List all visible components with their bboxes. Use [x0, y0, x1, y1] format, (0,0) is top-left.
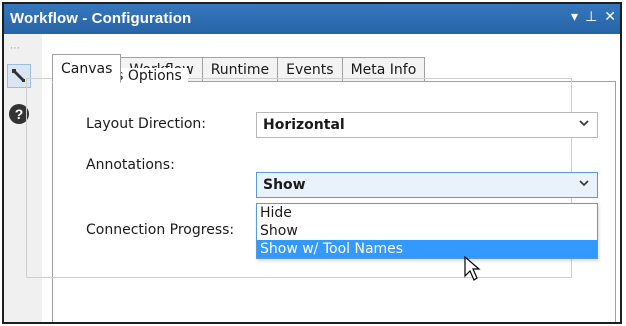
titlebar-controls: ▾ ⊥ ✕ [571, 9, 616, 25]
annotations-label: Annotations: [86, 157, 175, 173]
tab-canvas[interactable]: Canvas [52, 54, 122, 83]
option-show-tool-names[interactable]: Show w/ Tool Names [257, 240, 597, 258]
annotations-value: Show [263, 177, 306, 193]
window-title: Workflow - Configuration [10, 10, 192, 27]
annotations-select[interactable]: Show [256, 172, 598, 198]
close-icon[interactable]: ✕ [604, 9, 616, 25]
connection-progress-label: Connection Progress: [86, 222, 235, 238]
dropdown-icon[interactable]: ▾ [571, 9, 578, 25]
chevron-down-icon [578, 116, 590, 133]
configuration-window: Workflow - Configuration ▾ ⊥ ✕ ⋯ ? Canva… [2, 2, 622, 324]
pin-icon[interactable]: ⊥ [585, 9, 597, 25]
option-show[interactable]: Show [257, 222, 597, 240]
window-titlebar: Workflow - Configuration ▾ ⊥ ✕ [4, 4, 620, 34]
chevron-down-icon [578, 176, 590, 193]
mouse-cursor-icon [464, 255, 482, 286]
option-hide[interactable]: Hide [257, 204, 597, 222]
layout-direction-value: Horizontal [263, 117, 345, 133]
layout-direction-label: Layout Direction: [86, 116, 207, 132]
grip-icon[interactable]: ⋯ [10, 44, 21, 54]
annotations-dropdown-list: Hide Show Show w/ Tool Names [256, 203, 598, 259]
layout-direction-select[interactable]: Horizontal [256, 112, 598, 138]
